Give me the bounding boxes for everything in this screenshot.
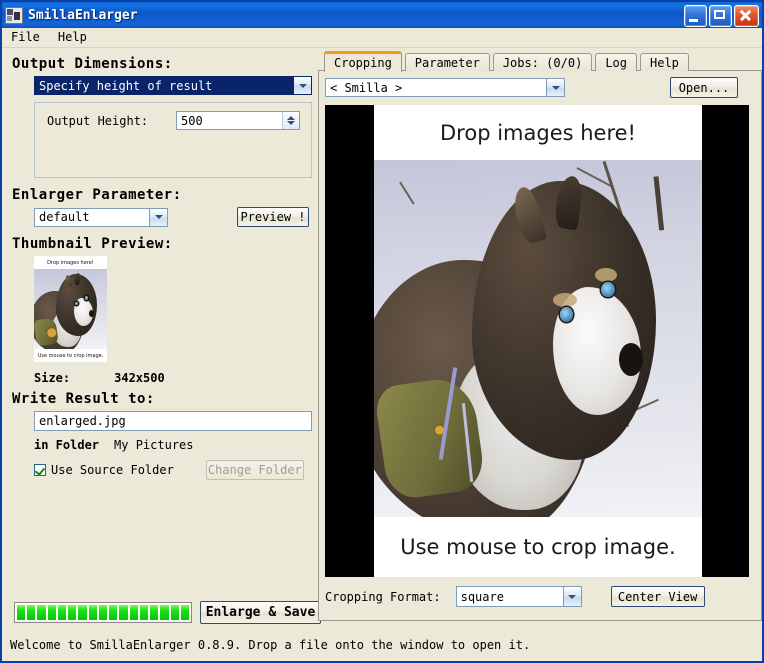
minimize-icon[interactable] [684,5,707,27]
chevron-down-icon[interactable] [293,77,311,94]
output-height-group: Output Height: 500 [34,102,312,178]
thumbnail-preview-title: Thumbnail Preview: [12,236,318,252]
output-filename-value: enlarged.jpg [39,414,126,428]
output-filename-input[interactable]: enlarged.jpg [34,411,312,431]
spinner-up-icon[interactable] [287,116,295,120]
thumbnail-preview[interactable]: Drop images here! Use mouse to crop imag… [34,256,107,362]
title-bar: SmillaEnlarger [2,2,762,28]
output-mode-value: Specify height of result [39,79,212,93]
output-height-value: 500 [181,114,203,128]
spinner-down-icon[interactable] [287,121,295,125]
tab-parameter[interactable]: Parameter [405,53,490,71]
chevron-down-icon[interactable] [546,79,564,96]
cropping-format-combo[interactable]: square [456,586,582,607]
menu-bar: File Help [2,28,762,48]
image-overlay-bottom: Use mouse to crop image. [374,517,702,577]
center-view-button[interactable]: Center View [611,586,705,607]
tab-help[interactable]: Help [640,53,689,71]
tab-log[interactable]: Log [595,53,637,71]
output-dimensions-title: Output Dimensions: [12,56,318,72]
status-bar: Welcome to SmillaEnlarger 0.8.9. Drop a … [10,638,530,652]
enlarge-and-save-button[interactable]: Enlarge & Save [200,601,321,624]
source-image-value: < Smilla > [330,81,402,95]
application-window: SmillaEnlarger File Help Output Dimensio… [0,0,764,663]
menu-item-help[interactable]: Help [49,29,96,46]
size-label: Size: [34,371,70,385]
tab-cropping[interactable]: Cropping [324,51,402,72]
window-controls [684,5,759,27]
image-canvas[interactable]: Drop images here! [374,105,702,577]
output-mode-combo[interactable]: Specify height of result [34,76,312,95]
menu-item-file[interactable]: File [2,29,49,46]
size-value: 342x500 [114,371,165,385]
thumbnail-image [34,269,107,349]
enlarger-parameter-title: Enlarger Parameter: [12,187,318,203]
use-source-folder-label: Use Source Folder [51,463,174,477]
maximize-icon[interactable] [709,5,732,27]
cropping-format-label: Cropping Format: [325,590,441,604]
left-panel: Output Dimensions: Specify height of res… [6,50,318,630]
close-icon[interactable] [734,5,759,27]
output-height-spinner[interactable]: 500 [176,111,300,130]
chevron-down-icon[interactable] [149,209,167,226]
preview-button[interactable]: Preview ! [237,207,309,227]
open-button[interactable]: Open... [670,77,738,98]
write-result-title: Write Result to: [12,391,318,407]
thumbnail-overlay-bottom: Use mouse to crop image. [34,349,107,362]
output-height-label: Output Height: [47,114,148,128]
window-title: SmillaEnlarger [28,8,138,23]
cropping-format-value: square [461,590,504,604]
progress-bar [14,602,192,623]
change-folder-button[interactable]: Change Folder [206,460,304,480]
thumbnail-overlay-top: Drop images here! [34,256,107,269]
source-photo [374,160,702,517]
spinner-buttons[interactable] [282,112,299,129]
tab-jobs[interactable]: Jobs: (0/0) [493,53,592,71]
checkbox-checked-icon[interactable] [34,464,46,476]
in-folder-label: in Folder [34,438,99,452]
source-image-combo[interactable]: < Smilla > [325,78,565,97]
enlarger-preset-combo[interactable]: default [34,208,168,227]
right-panel: Cropping Parameter Jobs: (0/0) Log Help … [318,50,762,630]
tab-bar: Cropping Parameter Jobs: (0/0) Log Help [318,50,762,71]
image-crop-view[interactable]: Drop images here! [325,105,749,577]
chevron-down-icon[interactable] [563,587,581,606]
enlarger-preset-value: default [39,210,90,224]
photo-stack-icon [5,7,23,24]
cropping-tab-panel: < Smilla > Open... Drop images here! [318,70,762,621]
use-source-folder-checkbox[interactable]: Use Source Folder [34,463,174,477]
folder-value: My Pictures [114,438,193,452]
image-overlay-top: Drop images here! [374,105,702,160]
